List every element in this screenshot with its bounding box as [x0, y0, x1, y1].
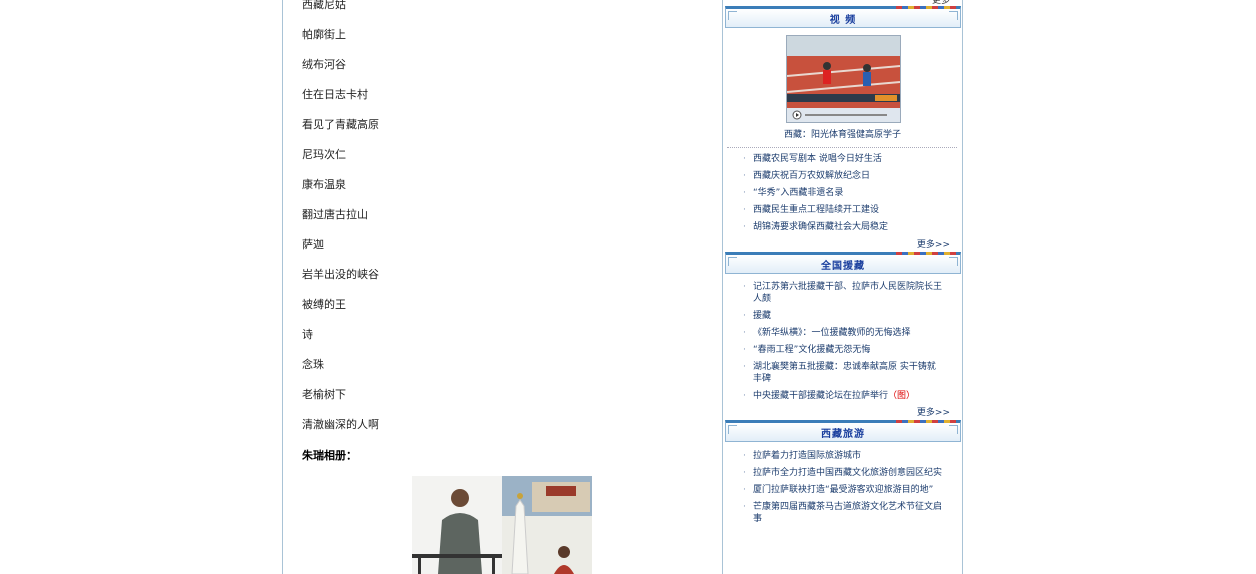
news-link[interactable]: “春雨工程”文化援藏无怨无悔 [743, 344, 943, 356]
poem-link[interactable]: 翻过唐古拉山 [302, 202, 379, 232]
header-stripe [896, 6, 956, 9]
poem-link[interactable]: 萨迦 [302, 232, 379, 262]
poem-link[interactable]: 被缚的王 [302, 292, 379, 322]
album-photo-potala[interactable] [502, 476, 592, 574]
poem-list: 西藏尼姑 帕廓街上 绒布河谷 住在日志卡村 看见了青藏高原 尼玛次仁 康布温泉 … [302, 0, 379, 442]
poem-link[interactable]: 岩羊出没的峡谷 [302, 262, 379, 292]
poem-link[interactable]: 诗 [302, 322, 379, 352]
poem-link[interactable]: 尼玛次仁 [302, 142, 379, 172]
travel-news-list: 拉萨着力打造国际旅游城市 拉萨市全力打造中国西藏文化旅游创意园区纪实 厦门拉萨联… [743, 450, 943, 530]
video-box-title: 视 频 [829, 15, 857, 26]
news-link[interactable]: 西藏农民写剧本 说唱今日好生活 [743, 153, 943, 165]
image-tag: （图） [888, 391, 916, 401]
aid-news-list: 记江苏第六批援藏干部、拉萨市人民医院院长王人颇 援藏 《新华纵横》：一位援藏教师… [743, 281, 943, 407]
poem-link[interactable]: 清澈幽深的人啊 [302, 412, 379, 442]
news-link[interactable]: 湖北襄樊第五批援藏：忠诚奉献高原 实干铸就丰碑 [743, 361, 943, 385]
poem-link[interactable]: 帕廓街上 [302, 22, 379, 52]
aid-box-header: 全国援藏 [725, 252, 961, 274]
news-link[interactable]: “华秀”入西藏非遗名录 [743, 187, 943, 199]
news-link[interactable]: 西藏民生重点工程陆续开工建设 [743, 204, 943, 216]
header-stripe [896, 252, 956, 255]
video-box-header: 视 频 [725, 6, 961, 28]
news-link[interactable]: 中央援藏干部援藏论坛在拉萨举行（图） [743, 390, 943, 402]
news-link[interactable]: 援藏 [743, 310, 943, 322]
video-caption[interactable]: 西藏：阳光体育强健高原学子 [723, 127, 962, 140]
video-more-link[interactable]: 更多>> [917, 237, 950, 250]
news-link[interactable]: 西藏庆祝百万农奴解放纪念日 [743, 170, 943, 182]
poem-link[interactable]: 西藏尼姑 [302, 0, 379, 22]
album-photo-portrait[interactable] [412, 476, 502, 574]
aid-more-link[interactable]: 更多>> [917, 405, 950, 418]
album-title: 朱瑞相册： [302, 449, 357, 462]
news-link[interactable]: 记江苏第六批援藏干部、拉萨市人民医院院长王人颇 [743, 281, 943, 305]
news-link[interactable]: 拉萨着力打造国际旅游城市 [743, 450, 943, 462]
sidebar: 更多 视 频 西藏：阳光体育强健高原学子 西藏农民写剧本 说唱今日好生活 西藏庆… [722, 0, 963, 574]
news-text: 援藏 [753, 311, 772, 321]
video-news-list: 西藏农民写剧本 说唱今日好生活 西藏庆祝百万农奴解放纪念日 “华秀”入西藏非遗名… [743, 153, 943, 238]
poem-link[interactable]: 念珠 [302, 352, 379, 382]
travel-box-header: 西藏旅游 [725, 420, 961, 442]
news-link[interactable]: 芒康第四届西藏茶马古道旅游文化艺术节征文启事 [743, 501, 943, 525]
poem-link[interactable]: 住在日志卡村 [302, 82, 379, 112]
poem-link[interactable]: 看见了青藏高原 [302, 112, 379, 142]
news-text: 记江苏第六批援藏干部、拉萨市人民医院院长王人颇 [753, 282, 943, 304]
news-text: 《新华纵横》：一位援藏教师的无悔选择 [753, 328, 911, 338]
video-thumbnail[interactable] [786, 35, 901, 123]
news-text: “春雨工程”文化援藏无怨无悔 [753, 345, 871, 355]
main-column: 西藏尼姑 帕廓街上 绒布河谷 住在日志卡村 看见了青藏高原 尼玛次仁 康布温泉 … [282, 0, 723, 574]
aid-box-title: 全国援藏 [821, 261, 865, 272]
poem-link[interactable]: 绒布河谷 [302, 52, 379, 82]
news-text: 湖北襄樊第五批援藏：忠诚奉献高原 实干铸就丰碑 [753, 362, 936, 384]
news-text: 中央援藏干部援藏论坛在拉萨举行 [753, 391, 889, 401]
news-link[interactable]: 厦门拉萨联袂打造“最受游客欢迎旅游目的地” [743, 484, 943, 496]
divider [727, 147, 957, 148]
news-link[interactable]: 拉萨市全力打造中国西藏文化旅游创意园区纪实 [743, 467, 943, 479]
header-stripe [896, 420, 956, 423]
news-link[interactable]: 《新华纵横》：一位援藏教师的无悔选择 [743, 327, 943, 339]
news-link[interactable]: 胡锦涛要求确保西藏社会大局稳定 [743, 221, 943, 233]
poem-link[interactable]: 康布温泉 [302, 172, 379, 202]
poem-link[interactable]: 老榆树下 [302, 382, 379, 412]
travel-box-title: 西藏旅游 [821, 429, 865, 440]
